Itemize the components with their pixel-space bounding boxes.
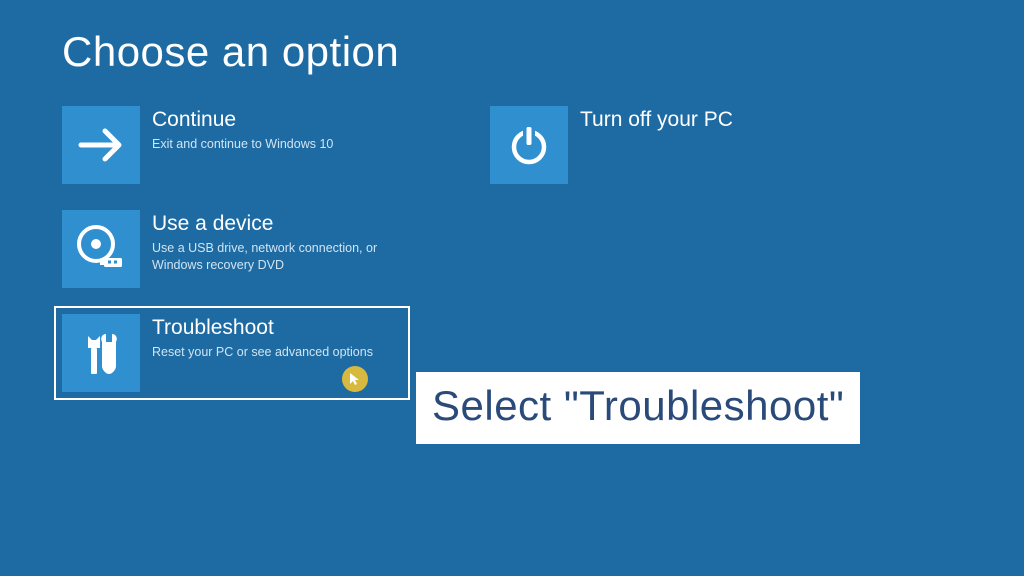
- disc-usb-icon: [62, 210, 140, 288]
- usedevice-desc: Use a USB drive, network connection, or …: [152, 240, 392, 274]
- troubleshoot-title: Troubleshoot: [152, 316, 373, 340]
- poweroff-text: Turn off your PC: [580, 106, 733, 136]
- options-container: Continue Exit and continue to Windows 10…: [0, 76, 1024, 400]
- tools-icon: [62, 314, 140, 392]
- troubleshoot-text: Troubleshoot Reset your PC or see advanc…: [152, 314, 373, 361]
- poweroff-tile[interactable]: Turn off your PC: [490, 106, 830, 184]
- arrow-right-icon: [62, 106, 140, 184]
- power-icon: [490, 106, 568, 184]
- poweroff-title: Turn off your PC: [580, 108, 733, 132]
- usedevice-text: Use a device Use a USB drive, network co…: [152, 210, 392, 274]
- page-title: Choose an option: [0, 0, 1024, 76]
- cursor-icon: [342, 366, 368, 392]
- continue-desc: Exit and continue to Windows 10: [152, 136, 333, 153]
- options-row-2: Use a device Use a USB drive, network co…: [62, 210, 1024, 288]
- continue-title: Continue: [152, 108, 333, 132]
- usedevice-tile[interactable]: Use a device Use a USB drive, network co…: [62, 210, 402, 288]
- troubleshoot-tile[interactable]: Troubleshoot Reset your PC or see advanc…: [54, 306, 410, 400]
- troubleshoot-desc: Reset your PC or see advanced options: [152, 344, 373, 361]
- instruction-annotation: Select "Troubleshoot": [416, 372, 860, 444]
- continue-tile[interactable]: Continue Exit and continue to Windows 10: [62, 106, 402, 184]
- options-row-1: Continue Exit and continue to Windows 10…: [62, 106, 1024, 184]
- usedevice-title: Use a device: [152, 212, 392, 236]
- continue-text: Continue Exit and continue to Windows 10: [152, 106, 333, 153]
